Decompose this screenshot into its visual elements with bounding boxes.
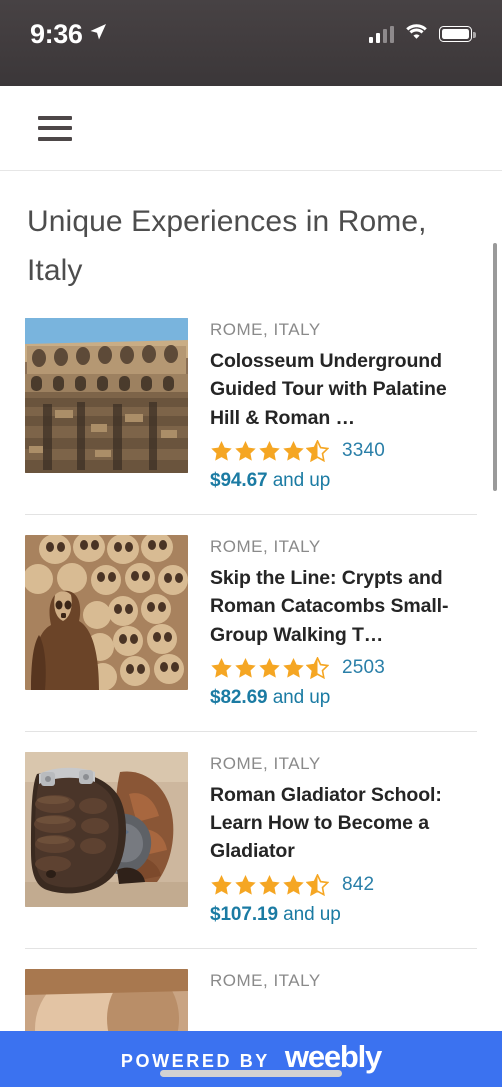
mobile-screen: 9:36 Unique Experiences in Rome, Italy R… <box>0 0 502 1087</box>
status-bar: 9:36 <box>0 0 502 86</box>
price-amount: $94.67 <box>210 469 268 491</box>
star-rating-icon <box>210 873 329 896</box>
site-header <box>0 86 502 171</box>
gladiator-armor-thumbnail[interactable] <box>25 751 188 907</box>
review-count: 2503 <box>342 656 386 678</box>
listing-price: $94.67 and up <box>210 470 477 492</box>
listing-price: $107.19 and up <box>210 904 477 926</box>
colosseum-interior-thumbnail[interactable] <box>25 318 188 474</box>
battery-full-icon <box>439 26 476 42</box>
list-divider <box>25 730 477 732</box>
price-amount: $107.19 <box>210 903 278 925</box>
cellular-signal-icon <box>368 25 394 43</box>
status-bar-right <box>368 23 476 45</box>
status-bar-clock: 9:36 <box>30 18 83 49</box>
experience-list: ROME, ITALY Colosseum Underground Guided… <box>0 318 502 1031</box>
list-divider <box>25 513 477 515</box>
star-rating-icon <box>210 656 329 679</box>
listing-info: ROME, ITALY Roman Gladiator School: Lear… <box>210 752 477 926</box>
list-item[interactable]: ROME, ITALY <box>0 968 502 1031</box>
page-title: Unique Experiences in Rome, Italy <box>27 205 427 287</box>
list-item[interactable]: ROME, ITALY Skip the Line: Crypts and Ro… <box>0 534 502 709</box>
location-arrow-icon <box>89 23 107 46</box>
listing-title[interactable]: Colosseum Underground Guided Tour with P… <box>210 347 477 432</box>
price-suffix: and up <box>267 469 331 491</box>
listing-title[interactable]: Skip the Line: Crypts and Roman Catacomb… <box>210 564 477 649</box>
status-bar-left: 9:36 <box>30 19 107 50</box>
list-divider <box>25 947 477 949</box>
wifi-icon <box>405 23 428 45</box>
listing-location: ROME, ITALY <box>210 970 321 990</box>
review-count: 842 <box>342 873 375 895</box>
list-item[interactable]: ROME, ITALY Roman Gladiator School: Lear… <box>0 751 502 926</box>
listing-info: ROME, ITALY <box>210 969 477 998</box>
price-amount: $82.69 <box>210 686 268 708</box>
listing-location: ROME, ITALY <box>210 753 321 773</box>
home-indicator[interactable] <box>160 1070 342 1077</box>
rating-row: 842 <box>210 873 477 896</box>
listing-price: $82.69 and up <box>210 687 477 709</box>
price-suffix: and up <box>277 903 341 925</box>
listing-title[interactable]: Roman Gladiator School: Learn How to Bec… <box>210 781 477 866</box>
list-item[interactable]: ROME, ITALY Colosseum Underground Guided… <box>0 318 502 492</box>
catacombs-skulls-thumbnail[interactable] <box>25 534 188 690</box>
listing-info: ROME, ITALY Skip the Line: Crypts and Ro… <box>210 535 477 709</box>
listing-info: ROME, ITALY Colosseum Underground Guided… <box>210 318 477 492</box>
price-suffix: and up <box>267 686 331 708</box>
hamburger-menu-icon[interactable] <box>38 115 72 141</box>
powered-by-weebly-banner[interactable]: POWERED BY weebly <box>0 1031 502 1087</box>
powered-by-label: POWERED BY <box>120 1051 270 1071</box>
page-content: Unique Experiences in Rome, Italy ROME, … <box>0 171 502 1031</box>
vertical-scrollbar[interactable] <box>493 243 497 491</box>
star-rating-icon <box>210 439 329 462</box>
review-count: 3340 <box>342 439 386 461</box>
partial-listing-thumbnail[interactable] <box>25 968 188 1031</box>
listing-location: ROME, ITALY <box>210 320 321 340</box>
listing-location: ROME, ITALY <box>210 536 321 556</box>
rating-row: 3340 <box>210 439 477 462</box>
rating-row: 2503 <box>210 656 477 679</box>
